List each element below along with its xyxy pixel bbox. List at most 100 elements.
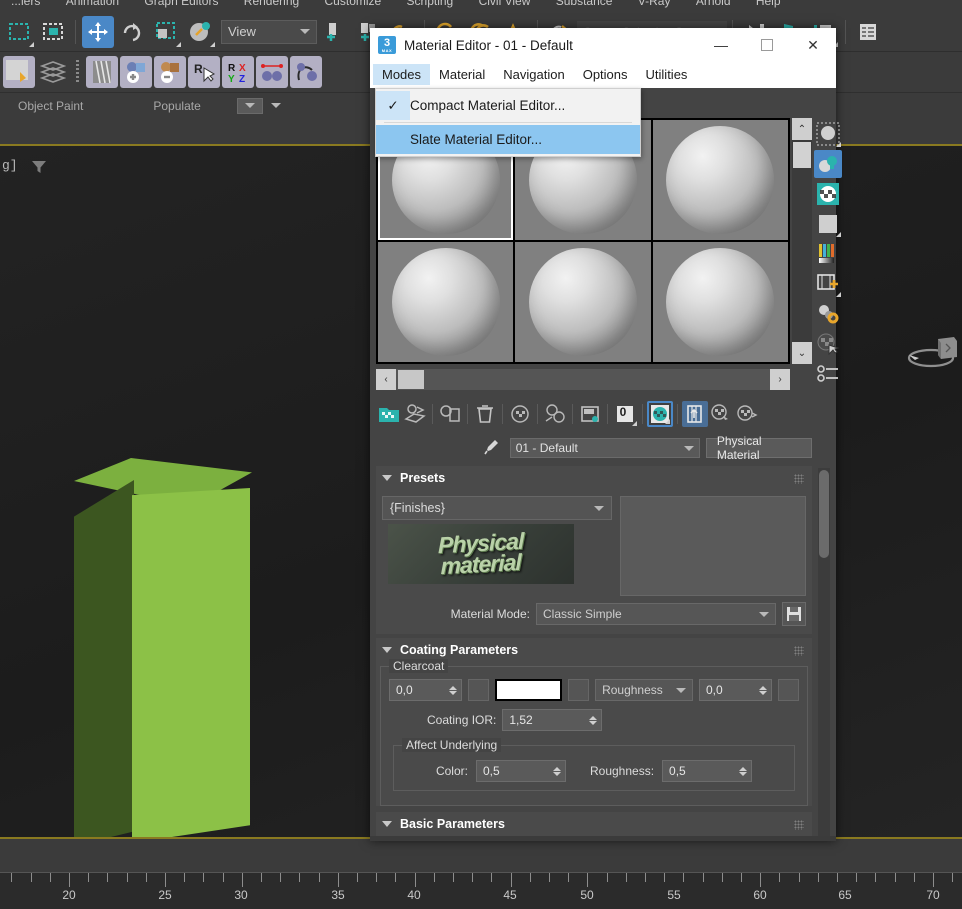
select-and-rotate-icon[interactable] bbox=[116, 16, 148, 48]
sample-slot-6[interactable] bbox=[652, 242, 788, 362]
menu-item-scripting[interactable]: Scripting bbox=[396, 0, 465, 7]
use-pivot-point-center-icon[interactable] bbox=[318, 16, 350, 48]
material-map-navigator-icon[interactable] bbox=[814, 360, 842, 388]
spinner-arrows[interactable] bbox=[449, 685, 459, 695]
make-preview-icon[interactable] bbox=[814, 270, 842, 298]
clearcoat-amount-map-button[interactable] bbox=[468, 679, 490, 701]
put-to-library-icon[interactable] bbox=[507, 401, 533, 427]
close-button[interactable]: ✕ bbox=[790, 28, 836, 62]
put-material-to-scene-icon[interactable] bbox=[402, 401, 428, 427]
affect-color-spinner[interactable]: 0,5 bbox=[475, 760, 566, 782]
spinner-arrows[interactable] bbox=[589, 715, 599, 725]
show-background-icon[interactable] bbox=[647, 401, 673, 427]
viewport-helper-object[interactable] bbox=[905, 331, 960, 371]
material-name-row[interactable]: 01 - Default Physical Material bbox=[376, 434, 812, 462]
menu-item-animation[interactable]: Animation bbox=[55, 0, 130, 7]
spinner-arrows[interactable] bbox=[552, 766, 563, 776]
clearcoat-color-map-button[interactable] bbox=[568, 679, 590, 701]
sample-slot-5[interactable] bbox=[515, 242, 651, 362]
scroll-down-button[interactable]: ⌄ bbox=[792, 342, 812, 364]
me-menu-modes[interactable]: Modes bbox=[373, 64, 431, 85]
make-preview-icon[interactable] bbox=[682, 401, 708, 427]
main-menu-bar[interactable]: ...iers Animation Graph Editors Renderin… bbox=[0, 0, 962, 12]
coating-ior-spinner[interactable]: 1,52 bbox=[502, 709, 603, 731]
rollout-grip[interactable] bbox=[794, 646, 804, 656]
preset-preview-pane[interactable] bbox=[620, 496, 806, 596]
scroll-left-button[interactable]: ‹ bbox=[376, 369, 396, 390]
select-by-material-icon[interactable] bbox=[708, 401, 734, 427]
menu-item-vray[interactable]: V-Ray bbox=[627, 0, 682, 7]
assign-material-to-selection-icon[interactable] bbox=[437, 401, 463, 427]
background-checker-icon[interactable] bbox=[814, 180, 842, 208]
material-editor-titlebar[interactable]: 3 MAX Material Editor - 01 - Default — ✕ bbox=[370, 28, 836, 62]
add-object-icon[interactable] bbox=[120, 56, 152, 88]
menu-item-slate-material-editor[interactable]: Slate Material Editor... bbox=[376, 125, 640, 154]
object-paint-brush-icon[interactable] bbox=[3, 56, 35, 88]
select-by-material-icon[interactable] bbox=[814, 330, 842, 358]
paint-objects-layers-icon[interactable] bbox=[37, 56, 69, 88]
select-region-icon[interactable] bbox=[37, 16, 69, 48]
populate-dropdown[interactable] bbox=[236, 97, 263, 114]
material-effects-icon[interactable] bbox=[734, 401, 760, 427]
material-mode-dropdown[interactable]: Classic Simple bbox=[536, 603, 776, 625]
reference-coordinate-pick-icon[interactable]: R bbox=[188, 56, 220, 88]
preset-category-dropdown[interactable]: {Finishes} bbox=[382, 496, 612, 520]
spinner-arrows[interactable] bbox=[739, 766, 749, 776]
viewport-box-object[interactable] bbox=[74, 458, 264, 837]
menu-item-customize[interactable]: Customize bbox=[314, 0, 393, 7]
sample-slots-vertical-scrollbar[interactable]: ⌃ ⌄ bbox=[792, 118, 812, 364]
basic-parameters-rollout[interactable]: Basic Parameters Base Color and Reflecti… bbox=[376, 812, 812, 836]
modes-dropdown-menu[interactable]: ✓ Compact Material Editor... Slate Mater… bbox=[375, 88, 641, 157]
material-editor-scrollbar[interactable] bbox=[818, 468, 830, 836]
select-and-scale-icon[interactable] bbox=[150, 16, 182, 48]
clearcoat-color-swatch[interactable] bbox=[495, 679, 563, 701]
show-end-result-icon[interactable] bbox=[577, 401, 603, 427]
me-menu-utilities[interactable]: Utilities bbox=[637, 64, 697, 85]
sample-slot-tools-column[interactable] bbox=[814, 118, 842, 388]
scrollbar-thumb[interactable] bbox=[398, 370, 424, 389]
coating-parameters-rollout[interactable]: Coating Parameters Clearcoat 0,0 Roughne… bbox=[376, 638, 812, 806]
rollout-grip[interactable] bbox=[794, 474, 804, 484]
backlight-icon[interactable] bbox=[814, 150, 842, 178]
timeline-tick-strip[interactable]: 20 25 30 35 40 45 50 55 60 65 70 bbox=[0, 872, 962, 909]
save-preset-icon[interactable] bbox=[782, 602, 806, 626]
me-menu-options[interactable]: Options bbox=[574, 64, 637, 85]
funnel-icon[interactable] bbox=[30, 158, 48, 179]
populate-flyout-arrow[interactable] bbox=[270, 103, 281, 108]
menu-item-rendering[interactable]: Rendering bbox=[233, 0, 310, 7]
menu-item-help[interactable]: Help bbox=[745, 0, 792, 7]
material-editor-window[interactable]: 3 MAX Material Editor - 01 - Default — ✕ … bbox=[370, 28, 842, 841]
sample-slots-horizontal-scrollbar[interactable]: ‹ › bbox=[376, 369, 790, 390]
menu-item-civil-view[interactable]: Civil View bbox=[468, 0, 542, 7]
sample-slot-3[interactable] bbox=[652, 120, 788, 240]
video-color-check-icon[interactable] bbox=[814, 240, 842, 268]
select-and-move-icon[interactable] bbox=[82, 15, 114, 48]
material-name-combo[interactable]: 01 - Default bbox=[509, 438, 700, 458]
scrollbar-thumb[interactable] bbox=[819, 470, 829, 558]
menu-item-arnold[interactable]: Arnold bbox=[685, 0, 742, 7]
preset-thumbnail[interactable]: Physical material bbox=[388, 524, 574, 584]
me-menu-material[interactable]: Material bbox=[430, 64, 494, 85]
presets-rollout[interactable]: Presets {Finishes} Physical material Mat… bbox=[376, 466, 812, 634]
toolbar-handle[interactable] bbox=[76, 60, 79, 84]
scroll-right-button[interactable]: › bbox=[770, 369, 790, 390]
select-and-place-icon[interactable] bbox=[184, 16, 216, 48]
minimize-button[interactable]: — bbox=[698, 28, 744, 62]
scrollbar-thumb[interactable] bbox=[793, 142, 811, 168]
paint-on-spline-icon[interactable] bbox=[290, 56, 322, 88]
show-shaded-material-in-viewport-icon[interactable] bbox=[542, 401, 568, 427]
sample-slot-4[interactable] bbox=[378, 242, 514, 362]
material-id-channel-button[interactable]: 0 bbox=[612, 401, 638, 427]
rollout-grip[interactable] bbox=[794, 820, 804, 830]
menu-item-graph-editors[interactable]: Graph Editors bbox=[133, 0, 229, 7]
options-icon[interactable] bbox=[814, 300, 842, 328]
timeline-ruler[interactable]: 20 25 30 35 40 45 50 55 60 65 70 bbox=[0, 837, 962, 909]
paint-brush-stroke-icon[interactable] bbox=[86, 56, 118, 88]
presets-rollout-header[interactable]: Presets bbox=[376, 466, 812, 490]
reference-coordinate-system-combo[interactable]: View bbox=[221, 19, 317, 44]
menu-item-substance[interactable]: Substance bbox=[545, 0, 624, 7]
affect-roughness-spinner[interactable]: 0,5 bbox=[662, 760, 753, 782]
sample-type-sphere-icon[interactable] bbox=[814, 120, 842, 148]
material-type-button[interactable]: Physical Material bbox=[705, 434, 812, 462]
remove-object-icon[interactable] bbox=[154, 56, 186, 88]
